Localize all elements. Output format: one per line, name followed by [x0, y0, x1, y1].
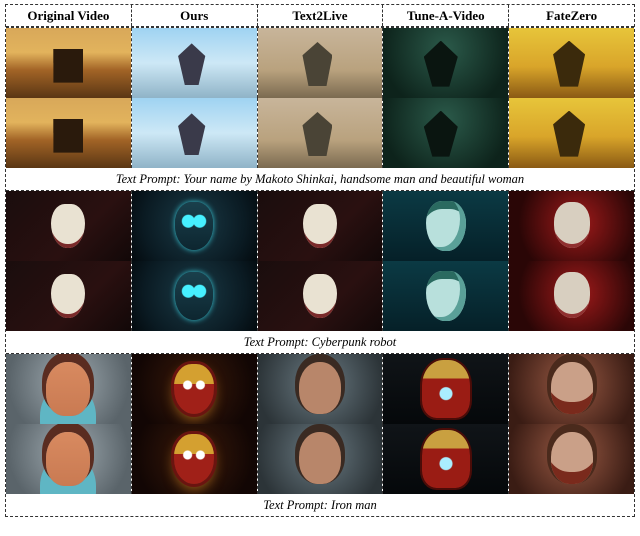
video-frame [509, 354, 634, 424]
prompt-caption: Text Prompt: Cyberpunk robot [6, 331, 634, 353]
video-frame [258, 424, 384, 494]
thumbnail-icon [509, 98, 634, 168]
video-frame [383, 28, 509, 98]
frame-row [6, 191, 634, 261]
video-frame [509, 98, 634, 168]
thumbnail-icon [258, 354, 383, 424]
video-frame [132, 424, 258, 494]
thumbnail-icon [383, 424, 508, 494]
thumbnail-icon [6, 28, 131, 98]
video-frame [258, 354, 384, 424]
prompt-caption: Text Prompt: Your name by Makoto Shinkai… [6, 168, 634, 190]
video-frame [509, 191, 634, 261]
video-frame [258, 98, 384, 168]
thumbnail-icon [383, 191, 508, 261]
thumbnail-icon [509, 191, 634, 261]
thumbnail-icon [6, 354, 131, 424]
col-header: Original Video [6, 5, 132, 26]
frame-row [6, 261, 634, 331]
video-frame [258, 28, 384, 98]
thumbnail-icon [132, 98, 257, 168]
video-frame [132, 28, 258, 98]
video-frame [383, 261, 509, 331]
video-frame [132, 98, 258, 168]
thumbnail-icon [383, 354, 508, 424]
video-frame [383, 98, 509, 168]
thumbnail-icon [509, 424, 634, 494]
col-header: Tune-A-Video [383, 5, 509, 26]
video-frame [258, 191, 384, 261]
video-frame [383, 191, 509, 261]
video-frame [132, 354, 258, 424]
frame-row [6, 98, 634, 168]
thumbnail-icon [6, 191, 131, 261]
thumbnail-icon [383, 28, 508, 98]
thumbnail-icon [258, 28, 383, 98]
video-frame [509, 261, 634, 331]
thumbnail-icon [6, 424, 131, 494]
thumbnail-icon [132, 424, 257, 494]
thumbnail-icon [509, 28, 634, 98]
thumbnail-icon [132, 28, 257, 98]
thumbnail-icon [509, 354, 634, 424]
thumbnail-icon [383, 261, 508, 331]
example-block: Text Prompt: Iron man [6, 353, 634, 516]
thumbnail-icon [509, 261, 634, 331]
thumbnail-icon [258, 261, 383, 331]
frame-row [6, 354, 634, 424]
prompt-caption: Text Prompt: Iron man [6, 494, 634, 516]
video-frame [6, 354, 132, 424]
video-frame [6, 28, 132, 98]
comparison-figure: Original Video Ours Text2Live Tune-A-Vid… [5, 4, 635, 517]
video-frame [383, 424, 509, 494]
video-frame [509, 424, 634, 494]
video-frame [6, 261, 132, 331]
video-frame [6, 191, 132, 261]
thumbnail-icon [258, 191, 383, 261]
col-header: Ours [132, 5, 258, 26]
video-frame [6, 424, 132, 494]
video-frame [132, 191, 258, 261]
frame-row [6, 424, 634, 494]
thumbnail-icon [132, 191, 257, 261]
thumbnail-icon [132, 354, 257, 424]
video-frame [6, 98, 132, 168]
example-block: Text Prompt: Your name by Makoto Shinkai… [6, 27, 634, 190]
thumbnail-icon [258, 424, 383, 494]
thumbnail-icon [6, 261, 131, 331]
video-frame [383, 354, 509, 424]
video-frame [509, 28, 634, 98]
video-frame [132, 261, 258, 331]
thumbnail-icon [258, 98, 383, 168]
thumbnail-icon [6, 98, 131, 168]
frame-row [6, 28, 634, 98]
header-row: Original Video Ours Text2Live Tune-A-Vid… [6, 5, 634, 27]
col-header: Text2Live [258, 5, 384, 26]
example-block: Text Prompt: Cyberpunk robot [6, 190, 634, 353]
col-header: FateZero [509, 5, 634, 26]
thumbnail-icon [383, 98, 508, 168]
video-frame [258, 261, 384, 331]
thumbnail-icon [132, 261, 257, 331]
